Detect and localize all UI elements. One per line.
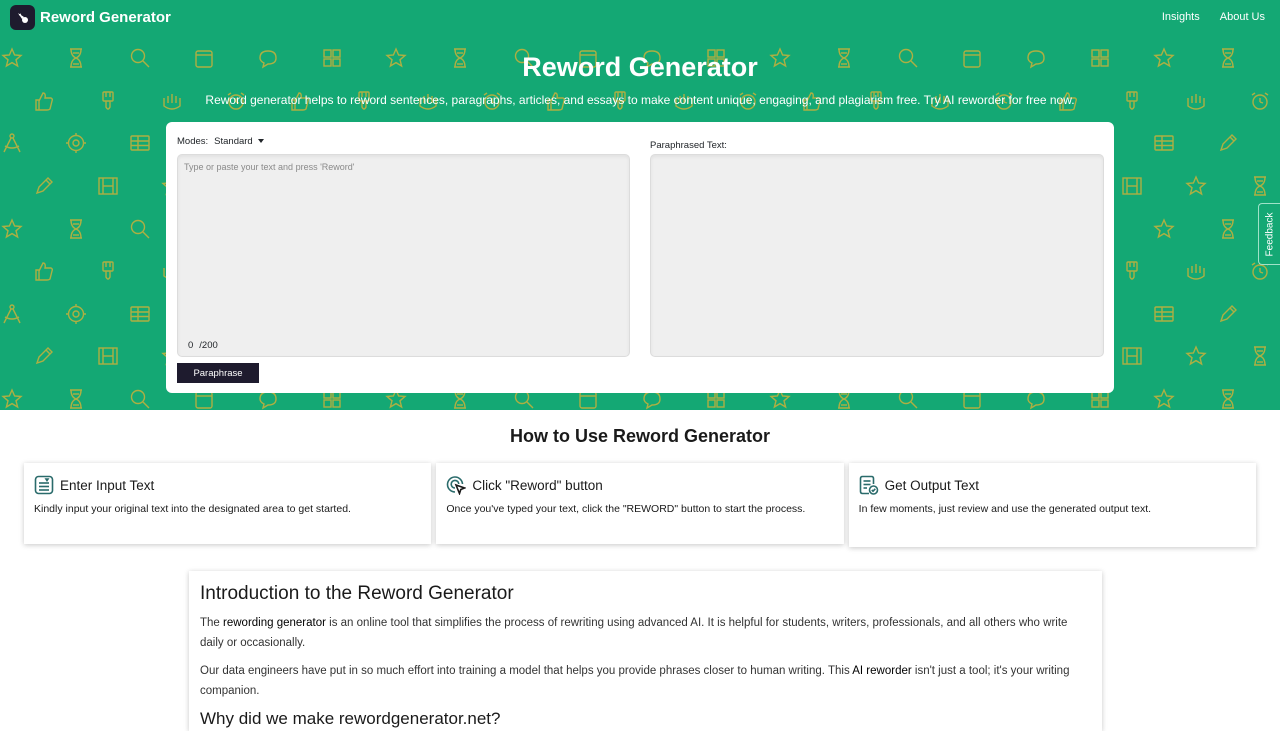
char-count: 0 xyxy=(188,340,194,351)
search-icon xyxy=(130,219,150,239)
star-icon xyxy=(1,388,23,409)
pencil-icon xyxy=(1219,305,1237,323)
table-icon xyxy=(130,306,150,322)
ai-reworder-link[interactable]: AI reworder xyxy=(852,665,911,677)
compass-icon xyxy=(3,304,21,324)
pencil-icon xyxy=(35,177,53,195)
compass-icon xyxy=(3,133,21,153)
output-label: Paraphrased Text: xyxy=(650,140,727,151)
star-icon xyxy=(1185,175,1207,196)
step-description: Once you've typed your text, click the "… xyxy=(446,503,806,515)
click-cursor-icon xyxy=(446,475,467,495)
step-title: Enter Input Text xyxy=(60,477,155,493)
hands-icon xyxy=(1187,264,1205,280)
text: The xyxy=(200,617,224,629)
output-column: Paraphrased Text: xyxy=(650,140,1104,357)
modes-selected-value: Standard xyxy=(214,135,253,147)
text: Our data engineers have put in so much e… xyxy=(200,665,853,677)
modes-label: Modes: xyxy=(177,135,209,147)
modes-dropdown[interactable]: Standard xyxy=(214,136,264,147)
step-card: Enter Input Text Kindly input your origi… xyxy=(24,463,432,544)
input-text-icon xyxy=(34,475,54,495)
hourglass-icon xyxy=(1222,389,1234,409)
table-icon xyxy=(1154,306,1174,322)
intro-subheading: Why did we make rewordgenerator.net? xyxy=(200,709,501,728)
film-icon xyxy=(1122,177,1142,195)
hourglass-icon xyxy=(1254,176,1266,196)
hero-title: Reword Generator xyxy=(522,52,758,82)
pencil-icon xyxy=(1219,134,1237,152)
output-textarea[interactable] xyxy=(650,154,1104,357)
pencil-icon xyxy=(35,347,53,365)
text: is an online tool that simplifies the pr… xyxy=(200,617,1068,649)
step-card: Get Output Text In few moments, just rev… xyxy=(848,463,1256,547)
nav-link-insights[interactable]: Insights xyxy=(1162,11,1200,23)
search-icon xyxy=(130,389,150,409)
step-description: Kindly input your original text into the… xyxy=(34,503,351,515)
reword-tool-card: Modes: Standard 0 /200 Paraphrase Paraph… xyxy=(166,122,1114,393)
paraphrase-button[interactable]: Paraphrase xyxy=(177,363,259,383)
star-icon xyxy=(1185,345,1207,366)
star-icon xyxy=(1,218,23,239)
input-textarea[interactable] xyxy=(178,155,629,356)
intro-paragraph-1: The rewording generator is an online too… xyxy=(200,613,1091,653)
brand[interactable]: Reword Generator xyxy=(10,5,171,30)
hero-subtitle: Reword generator helps to reword sentenc… xyxy=(205,93,1075,107)
intro-title: Introduction to the Reword Generator xyxy=(200,583,514,604)
nav-links: Insights About Us xyxy=(1162,11,1265,23)
howto-title: How to Use Reword Generator xyxy=(509,426,771,446)
navbar: Reword Generator Insights About Us xyxy=(0,0,1280,36)
char-limit: /200 xyxy=(199,340,218,351)
step-description: In few moments, just review and use the … xyxy=(858,503,1152,515)
hero-section: Reword Generator Insights About Us Rewor… xyxy=(0,0,1280,410)
hourglass-icon xyxy=(70,219,82,239)
hourglass-icon xyxy=(1222,219,1234,239)
star-icon xyxy=(1153,388,1175,409)
rewording-generator-link[interactable]: rewording generator xyxy=(223,617,326,629)
input-textarea-wrapper: 0 /200 xyxy=(177,154,630,357)
hourglass-icon xyxy=(1254,346,1266,366)
output-document-icon xyxy=(859,475,879,495)
input-column: Modes: Standard 0 /200 Paraphrase xyxy=(177,134,630,383)
feedback-label: Feedback xyxy=(1264,212,1276,256)
brush-icon xyxy=(1126,261,1138,280)
table-icon xyxy=(130,135,150,151)
brand-name: Reword Generator xyxy=(40,9,171,26)
feedback-tab[interactable]: Feedback xyxy=(1258,203,1280,265)
caret-down-icon xyxy=(257,139,264,143)
step-card: Click "Reword" button Once you've typed … xyxy=(436,463,844,544)
gear-icon xyxy=(66,304,86,324)
modes-row: Modes: Standard xyxy=(177,134,630,148)
film-icon xyxy=(98,177,118,195)
thumb-icon xyxy=(35,262,54,281)
film-icon xyxy=(1122,347,1142,365)
step-title: Click "Reword" button xyxy=(472,477,603,493)
brush-icon xyxy=(102,261,114,280)
film-icon xyxy=(98,347,118,365)
step-title: Get Output Text xyxy=(884,477,979,493)
hourglass-icon xyxy=(70,389,82,409)
nav-link-about-us[interactable]: About Us xyxy=(1220,11,1265,23)
intro-section: Introduction to the Reword Generator The… xyxy=(189,571,1102,731)
brand-logo-icon xyxy=(10,5,35,30)
gear-icon xyxy=(66,133,86,153)
table-icon xyxy=(1154,135,1174,151)
howto-steps: Enter Input Text Kindly input your origi… xyxy=(24,463,1256,547)
star-icon xyxy=(1153,218,1175,239)
intro-paragraph-2: Our data engineers have put in so much e… xyxy=(200,661,1091,701)
char-counter: 0 /200 xyxy=(188,340,218,351)
